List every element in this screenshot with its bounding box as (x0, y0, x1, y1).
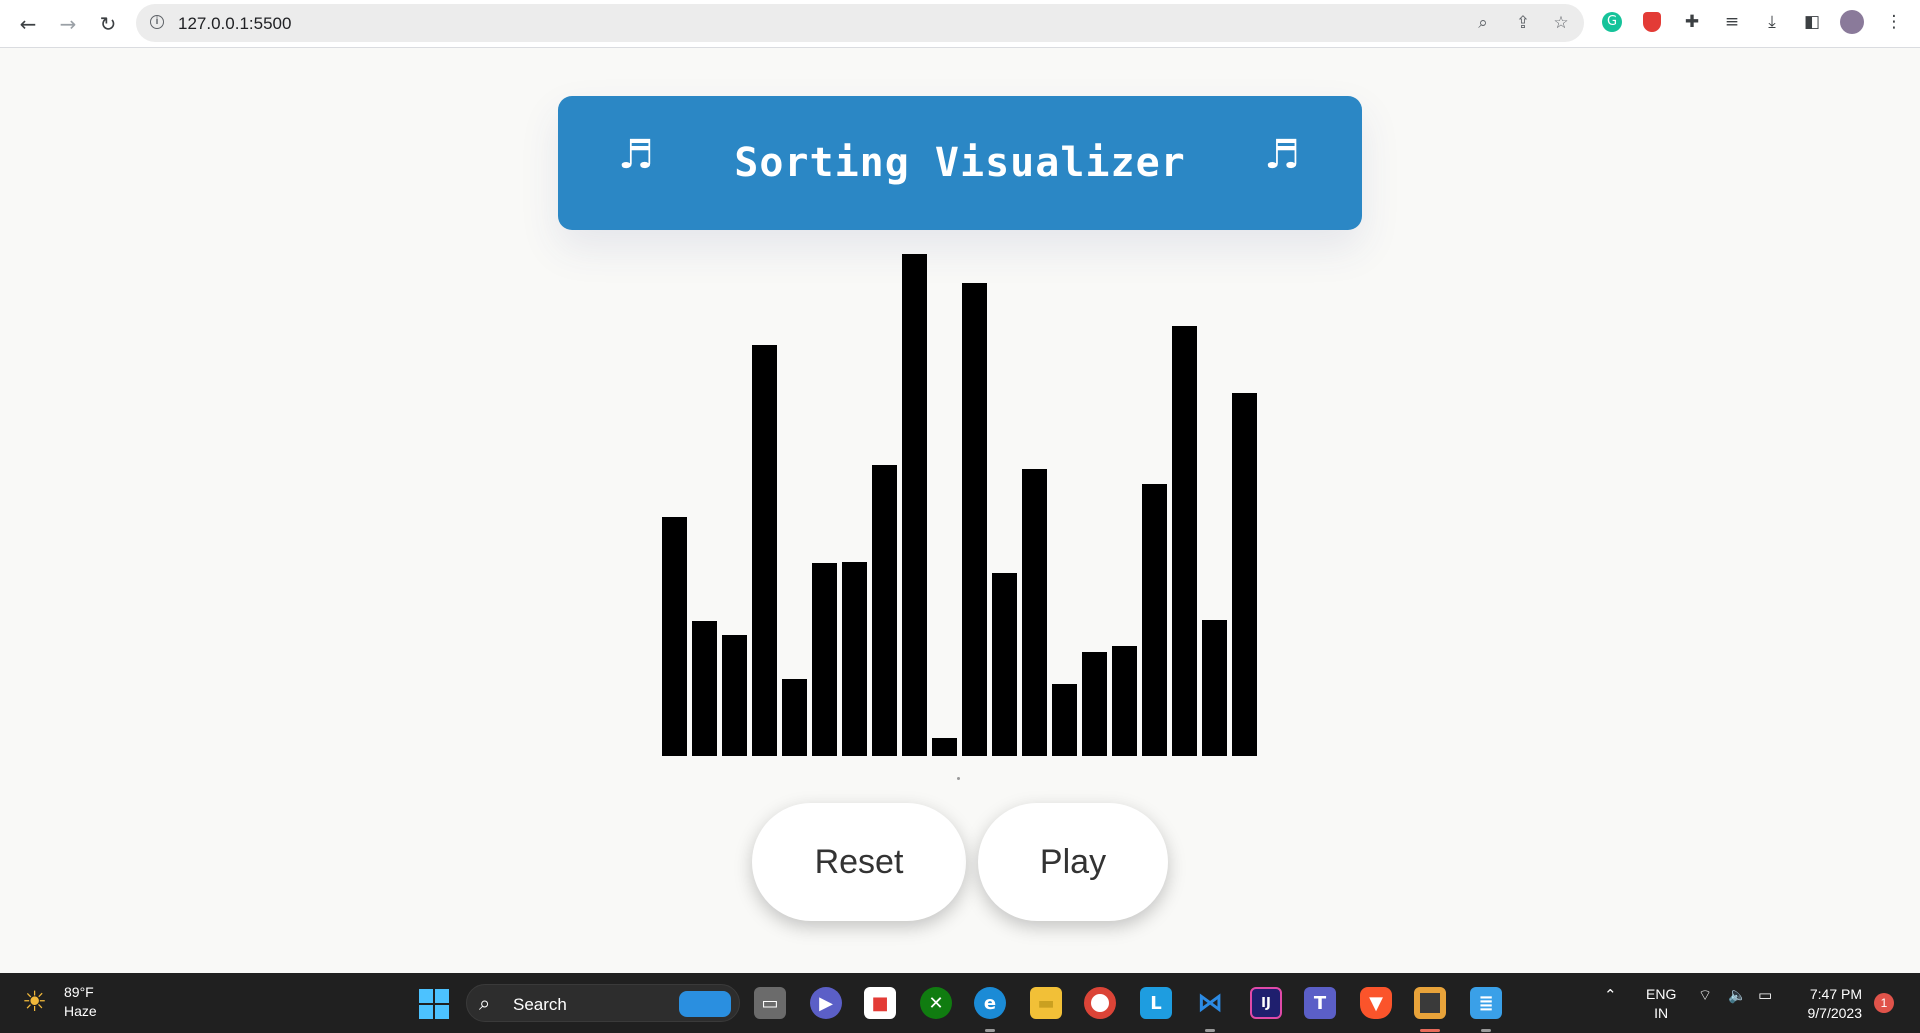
edge-icon[interactable]: e (974, 987, 1006, 1019)
search-label: Search (513, 995, 567, 1014)
grammarly-icon[interactable]: G (1600, 10, 1624, 34)
divider-dot (957, 777, 960, 780)
puzzle-extensions-icon[interactable]: ✚ (1680, 10, 1704, 34)
side-panel-icon[interactable]: ◧ (1800, 10, 1824, 34)
chrome-icon[interactable] (1084, 987, 1116, 1019)
header-banner: ♬ Sorting Visualizer ♬ (558, 96, 1362, 230)
weather-condition: Haze (64, 1003, 97, 1019)
bar (782, 679, 807, 756)
l-app-icon[interactable]: L (1140, 987, 1172, 1019)
active-indicator (1420, 1029, 1440, 1032)
bar (1202, 620, 1227, 756)
chrome-profile-icon[interactable] (1414, 987, 1446, 1019)
clock[interactable]: 7:47 PM 9/7/2023 (1790, 985, 1863, 1023)
reload-icon[interactable]: ↻ (94, 10, 122, 38)
region-code: IN (1654, 1005, 1669, 1021)
chevron-up-icon[interactable]: ⌃ (1604, 986, 1617, 1004)
wifi-icon[interactable]: ⌔ (1698, 986, 1712, 1005)
teams-chat-icon[interactable]: ▶ (810, 987, 842, 1019)
clock-date: 9/7/2023 (1807, 1005, 1863, 1021)
file-explorer-icon[interactable]: ▬ (1030, 987, 1062, 1019)
bar (662, 517, 687, 756)
battery-icon[interactable]: ▭ (1758, 986, 1772, 1004)
shield-extension-icon[interactable] (1640, 10, 1664, 34)
search-highlight-icon (679, 991, 731, 1017)
bars-container (660, 254, 1260, 756)
kebab-menu-icon[interactable]: ⋮ (1882, 10, 1906, 34)
bar (692, 621, 717, 756)
weather-widget[interactable]: ☀ 89°F Haze (22, 983, 97, 1021)
share-icon[interactable]: ⇪ (1512, 12, 1534, 34)
taskbar: ☀ 89°F Haze ⌕ Search ▭ ▶ ■ ✕ e ▬ L ⋈ IJ … (0, 973, 1920, 1033)
bar (1172, 326, 1197, 756)
info-icon[interactable]: i (150, 15, 164, 29)
vscode-icon[interactable]: ⋈ (1194, 987, 1226, 1019)
forward-arrow-icon[interactable]: → (54, 10, 82, 38)
browser-toolbar: ← → ↻ i 127.0.0.1:5500 ⌕ ⇪ ☆ G ✚ ≡ ⤓ ◧ ⋮ (0, 0, 1920, 48)
notification-badge[interactable]: 1 (1874, 993, 1894, 1013)
music-note-icon: ♬ (618, 132, 654, 178)
download-icon[interactable]: ⤓ (1760, 10, 1784, 34)
running-indicator (1205, 1029, 1215, 1032)
weather-haze-icon: ☀ (22, 985, 48, 1018)
profile-avatar[interactable] (1840, 10, 1864, 34)
intellij-icon[interactable]: IJ (1250, 987, 1282, 1019)
running-indicator (985, 1029, 995, 1032)
brave-icon[interactable]: ▼ (1360, 987, 1392, 1019)
running-indicator (1481, 1029, 1491, 1032)
music-note-icon: ♬ (1264, 132, 1300, 178)
bar (812, 563, 837, 756)
language-code: ENG (1646, 986, 1677, 1002)
bar (842, 562, 867, 756)
address-url[interactable]: 127.0.0.1:5500 (178, 14, 291, 34)
media-controls-icon[interactable]: ≡ (1720, 10, 1744, 34)
bar (932, 738, 957, 756)
bar (872, 465, 897, 756)
bar (1022, 469, 1047, 756)
bar (752, 345, 777, 756)
teams-icon[interactable]: T (1304, 987, 1336, 1019)
language-indicator[interactable]: ENG IN (1646, 985, 1676, 1023)
xbox-icon[interactable]: ✕ (920, 987, 952, 1019)
address-bar[interactable]: i 127.0.0.1:5500 ⌕ ⇪ ☆ (136, 4, 1584, 42)
notepad-icon[interactable]: ≣ (1470, 987, 1502, 1019)
bar (1142, 484, 1167, 756)
back-arrow-icon[interactable]: ← (14, 10, 42, 38)
bar (1082, 652, 1107, 756)
reset-button[interactable]: Reset (752, 803, 966, 921)
zoom-icon[interactable]: ⌕ (1472, 12, 1494, 34)
taskbar-search[interactable]: ⌕ Search (466, 984, 740, 1022)
volume-icon[interactable]: 🔈 (1728, 986, 1747, 1004)
bar (992, 573, 1017, 756)
bar (1232, 393, 1257, 756)
weather-temp: 89°F (64, 984, 94, 1000)
page-title: Sorting Visualizer (734, 140, 1186, 186)
task-view-icon[interactable]: ▭ (754, 987, 786, 1019)
clock-time: 7:47 PM (1809, 986, 1862, 1002)
star-icon[interactable]: ☆ (1550, 12, 1572, 34)
bar (962, 283, 987, 756)
bar (722, 635, 747, 756)
play-button[interactable]: Play (978, 803, 1168, 921)
windows-start-icon[interactable] (419, 989, 449, 1019)
search-icon: ⌕ (479, 991, 491, 1015)
bar (1052, 684, 1077, 756)
bar (902, 254, 927, 756)
microsoft-store-icon[interactable]: ■ (864, 987, 896, 1019)
bar (1112, 646, 1137, 756)
